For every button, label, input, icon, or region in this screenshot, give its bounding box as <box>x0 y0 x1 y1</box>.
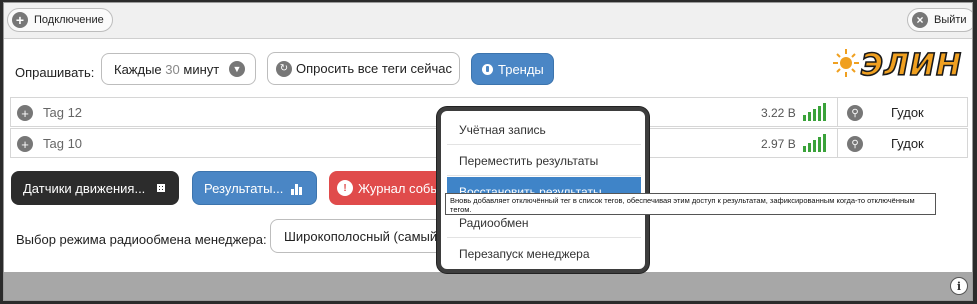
trends-button[interactable]: Тренды <box>471 53 554 85</box>
tooltip: Вновь добавляет отключённый тег в список… <box>445 193 936 215</box>
poll-interval-select[interactable]: Каждые 30 минут ▼ <box>101 53 256 85</box>
radio-mode-select[interactable]: Широкополосный (самый <box>270 219 442 253</box>
elin-logo: ЭЛИН <box>831 45 971 84</box>
info-icon[interactable]: i <box>950 277 968 295</box>
radio-mode-label: Выбор режима радиообмена менеджера: <box>16 232 267 247</box>
radio-mode-value: Широкополосный (самый <box>284 228 438 244</box>
tag-name: Tag 12 <box>43 105 83 120</box>
connect-label: Подключение <box>34 14 104 26</box>
add-tag-icon[interactable]: + <box>17 136 33 152</box>
tag-name: Tag 10 <box>43 136 83 151</box>
connect-button[interactable]: + Подключение <box>7 8 113 32</box>
poll-interval-suffix: минут <box>183 61 220 77</box>
poll-all-button[interactable]: ↻ Опросить все теги сейчас <box>267 52 460 85</box>
motion-sensors-label: Датчики движения... <box>23 180 146 196</box>
poll-all-label: Опросить все теги сейчас <box>296 61 452 76</box>
logo-text: ЭЛИН <box>861 48 962 81</box>
journal-button[interactable]: ! Журнал собы <box>329 171 441 205</box>
app-frame: + Подключение × Выйти Опрашивать: Каждые… <box>3 2 973 301</box>
chevron-down-icon: ▼ <box>229 61 245 77</box>
thermometer-icon <box>482 63 493 75</box>
search-icon[interactable]: ⚲ <box>847 136 863 152</box>
add-tag-icon[interactable]: + <box>17 105 33 121</box>
plus-icon: + <box>12 12 28 28</box>
tag-voltage: 2.97 В <box>761 137 796 151</box>
poll-label: Опрашивать: <box>15 65 95 80</box>
logo-graphic: ЭЛИН <box>833 47 962 84</box>
warning-icon: ! <box>337 180 353 196</box>
row-divider <box>837 98 838 126</box>
trends-label: Тренды <box>498 61 544 77</box>
bottom-bar: i <box>4 272 972 300</box>
menu-item-account[interactable]: Учётная запись <box>447 115 641 145</box>
results-button[interactable]: Результаты... <box>192 171 317 205</box>
tag-voltage: 3.22 В <box>761 106 796 120</box>
journal-label: Журнал собы <box>358 180 440 196</box>
menu-item-move-results[interactable]: Переместить результаты <box>447 146 641 176</box>
beep-action[interactable]: Гудок <box>891 136 924 151</box>
poll-interval-prefix: Каждые <box>114 61 162 77</box>
motion-sensors-button[interactable]: Датчики движения... <box>11 171 179 205</box>
signal-strength-icon <box>803 103 827 121</box>
logout-label: Выйти <box>934 14 967 26</box>
grid-icon <box>157 184 165 192</box>
row-divider <box>837 129 838 157</box>
results-label: Результаты... <box>204 180 284 196</box>
bar-chart-icon <box>291 184 302 195</box>
top-bar: + Подключение × Выйти <box>4 3 972 39</box>
poll-interval-value: 30 <box>165 61 180 77</box>
sun-bulb-icon <box>833 49 859 77</box>
close-icon: × <box>912 12 928 28</box>
search-icon[interactable]: ⚲ <box>847 105 863 121</box>
context-menu: Учётная запись Переместить результаты Во… <box>437 107 649 273</box>
beep-action[interactable]: Гудок <box>891 105 924 120</box>
signal-strength-icon <box>803 134 827 152</box>
logout-button[interactable]: × Выйти <box>907 8 972 32</box>
menu-item-restart-manager[interactable]: Перезапуск менеджера <box>447 239 641 269</box>
refresh-icon: ↻ <box>276 60 292 77</box>
